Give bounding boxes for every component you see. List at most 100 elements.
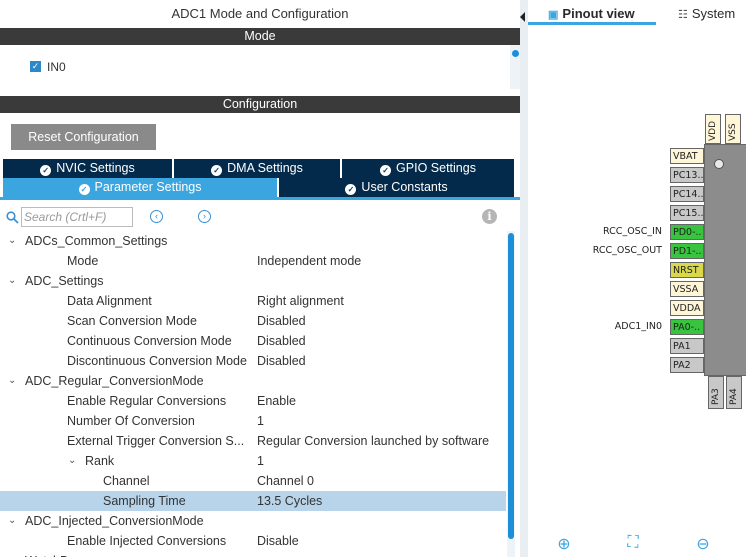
tree-param-row[interactable]: Continuous Conversion Mode Disabled [0,331,506,351]
param-name: Data Alignment [67,294,152,308]
chip-pin[interactable]: VBAT [670,148,704,164]
chip-pin[interactable]: NRST [670,262,704,278]
param-name: Enable Regular Conversions [67,394,227,408]
param-value[interactable]: Channel 0 [257,471,314,491]
chip-pin[interactable]: PC13.. [670,167,704,183]
tree-scrollbar[interactable] [507,231,515,557]
chevron-down-icon[interactable]: ⌄ [8,511,16,531]
configuration-header: Configuration [0,96,520,113]
param-value[interactable]: Enable [257,391,296,411]
chevron-down-icon[interactable]: ⌄ [8,271,16,291]
search-previous-icon[interactable]: ‹ [150,210,163,223]
zoom-out-icon[interactable]: ⊖ [692,534,714,556]
chip-pin[interactable]: PA0-.. [670,319,704,335]
pin1-marker [714,159,724,169]
param-value[interactable]: 1 [257,411,264,431]
chip-bottom-pin[interactable]: PA3 [708,376,724,409]
tab-gpio-settings[interactable]: ✓ GPIO Settings [342,159,514,178]
tab-pinout-view[interactable]: ▣ Pinout view [548,4,635,24]
check-circle-icon: ✓ [380,165,392,176]
tree-group[interactable]: ⌄ ADC_Settings [0,271,506,291]
chip-pin[interactable]: PC15.. [670,205,704,221]
chip-pin[interactable]: PD0-.. [670,224,704,240]
tree-group[interactable]: ⌄ ADC_Regular_ConversionMode [0,371,506,391]
tab-label: Pinout view [562,6,635,21]
tree-param-row[interactable]: Enable Injected Conversions Disable [0,531,506,551]
chevron-down-icon[interactable]: ⌄ [68,451,76,471]
in0-checkbox[interactable]: ✓ [30,61,41,72]
chip-pin[interactable]: PD1-.. [670,243,704,259]
param-name: ADC_Settings [25,274,104,288]
tree-param-row[interactable]: Mode Independent mode [0,251,506,271]
tab-label: Parameter Settings [94,180,202,194]
tab-user-constants[interactable]: ✓ User Constants [279,178,514,197]
tab-label: GPIO Settings [396,161,476,175]
param-name: WatchDog [25,551,83,557]
mode-header: Mode [0,28,520,45]
chip-pin[interactable]: PC14.. [670,186,704,202]
tree-group[interactable]: ⌄ WatchDog [0,551,506,557]
collapse-arrow-icon[interactable] [520,12,525,22]
param-name: ADCs_Common_Settings [25,234,168,248]
pin-label: PA4 [729,388,739,405]
chip-top-pin[interactable]: VSS [725,114,741,144]
tree-param-row[interactable]: Scan Conversion Mode Disabled [0,311,506,331]
param-value[interactable]: Disable [257,531,299,551]
in0-checkbox-label: IN0 [47,60,66,74]
tab-dma-settings[interactable]: ✓ DMA Settings [174,159,340,178]
tree-param-row[interactable]: Channel Channel 0 [0,471,506,491]
check-circle-icon: ✓ [78,184,90,195]
chip-bottom-pin[interactable]: PA4 [726,376,742,409]
chip-pin[interactable]: VSSA [670,281,704,297]
chevron-down-icon[interactable]: ⌄ [8,231,16,251]
param-value[interactable]: Disabled [257,331,306,351]
mode-section: ✓ IN0 [0,45,520,89]
param-value[interactable]: 13.5 Cycles [257,491,322,511]
tab-label: System [691,6,736,21]
pin-label: VDD [708,120,718,141]
tab-system-view[interactable]: ☷ System [678,4,735,24]
param-name: Sampling Time [103,494,186,508]
chip-pin[interactable]: VDDA [670,300,704,316]
chip-pin[interactable]: PA2 [670,357,704,373]
param-value[interactable]: Right alignment [257,291,344,311]
tab-parameter-settings[interactable]: ✓ Parameter Settings [3,178,277,197]
param-value[interactable]: Disabled [257,311,306,331]
tree-param-row[interactable]: Sampling Time 13.5 Cycles [0,491,506,511]
param-name: Mode [67,254,99,268]
tree-group[interactable]: ⌄ ADC_Injected_ConversionMode [0,511,506,531]
list-icon: ☷ [678,9,688,21]
tab-nvic-settings[interactable]: ✓ NVIC Settings [3,159,172,178]
param-value[interactable]: Independent mode [257,251,361,271]
parameter-tree: ⌄ ADCs_Common_Settings Mode Independent mod… [0,231,506,557]
tab-underline [0,197,520,200]
fit-screen-icon[interactable]: ⛶ [622,534,644,556]
mode-scrollbar[interactable] [510,45,520,89]
search-next-icon[interactable]: › [198,210,211,223]
pin-signal-label: RCC_OSC_OUT [592,245,662,256]
tree-param-row[interactable]: Number Of Conversion 1 [0,411,506,431]
panel-splitter[interactable] [520,0,528,557]
chevron-down-icon[interactable]: ⌄ [8,551,16,557]
param-name: Channel [103,474,150,488]
tree-param-row[interactable]: External Trigger Conversion S... Regular … [0,431,506,451]
param-name: Discontinuous Conversion Mode [67,354,247,368]
param-value[interactable]: Regular Conversion launched by software [257,431,489,451]
chip-pin[interactable]: PA1 [670,338,704,354]
zoom-in-icon[interactable]: ⊕ [553,534,575,556]
search-input[interactable]: Search (Crtl+F) [21,207,133,227]
chevron-down-icon[interactable]: ⌄ [8,371,16,391]
pinout-panel: ▣ Pinout view ☷ System VBAT PC13.. PC14.. PC1… [528,0,746,557]
info-icon[interactable]: i [482,209,497,224]
tree-param-row[interactable]: ⌄ Rank 1 [0,451,506,471]
check-circle-icon: ✓ [40,165,52,176]
tab-label: DMA Settings [227,161,303,175]
chip-top-pin[interactable]: VDD [705,114,721,144]
tree-param-row[interactable]: Enable Regular Conversions Enable [0,391,506,411]
tree-param-row[interactable]: Data Alignment Right alignment [0,291,506,311]
param-value[interactable]: Disabled [257,351,306,371]
tree-group[interactable]: ⌄ ADCs_Common_Settings [0,231,506,251]
param-value[interactable]: 1 [257,451,264,471]
tree-param-row[interactable]: Discontinuous Conversion Mode Disabled [0,351,506,371]
reset-configuration-button[interactable]: Reset Configuration [11,124,156,150]
